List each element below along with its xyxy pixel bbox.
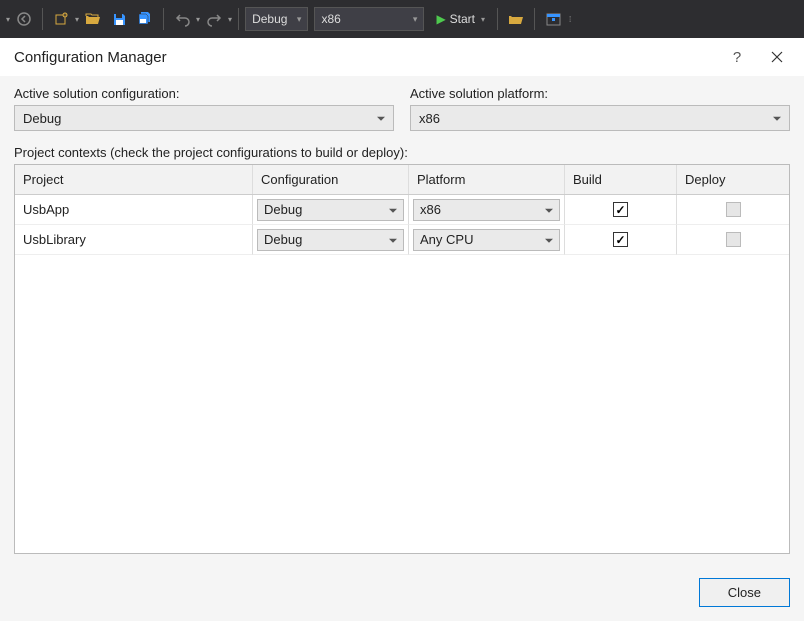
active-platform-label: Active solution platform:	[410, 86, 790, 101]
row-config-dropdown[interactable]: Debug	[257, 199, 404, 221]
row-platform-dropdown[interactable]: Any CPU	[413, 229, 560, 251]
col-header-build[interactable]: Build	[565, 165, 677, 194]
start-button[interactable]: ▶ Start ▾	[430, 12, 491, 26]
active-config-dropdown[interactable]: Debug	[14, 105, 394, 131]
table-row: UsbAppDebug x86	[15, 195, 789, 225]
row-platform-dropdown[interactable]: x86	[413, 199, 560, 221]
redo-dropdown[interactable]: ▾	[228, 15, 232, 24]
close-button[interactable]: Close	[699, 578, 790, 607]
col-header-project[interactable]: Project	[15, 165, 253, 194]
toolbar-overflow-right[interactable]: ⁞	[569, 15, 571, 24]
undo-icon[interactable]	[170, 7, 194, 31]
col-header-platform[interactable]: Platform	[409, 165, 565, 194]
new-item-dropdown[interactable]: ▾	[75, 15, 79, 24]
save-icon[interactable]	[107, 7, 131, 31]
nav-back-button[interactable]	[12, 7, 36, 31]
dialog-title: Configuration Manager	[14, 49, 724, 66]
build-checkbox[interactable]	[613, 202, 628, 217]
configuration-manager-dialog: Configuration Manager ? Active solution …	[0, 38, 804, 621]
main-toolbar: ▾ ▾ ▾ ▾ Debug x86 ▶ Start ▾	[0, 0, 804, 38]
deploy-checkbox	[726, 232, 741, 247]
project-name-cell: UsbApp	[15, 195, 253, 225]
deploy-checkbox	[726, 202, 741, 217]
project-contexts-grid: Project Configuration Platform Build Dep…	[14, 164, 790, 554]
col-header-deploy[interactable]: Deploy	[677, 165, 789, 194]
window-layout-icon[interactable]	[541, 7, 565, 31]
close-icon[interactable]	[764, 44, 790, 70]
open-folder-icon[interactable]	[81, 7, 105, 31]
save-all-icon[interactable]	[133, 7, 157, 31]
solution-config-select[interactable]: Debug	[245, 7, 308, 31]
help-button[interactable]: ?	[724, 44, 750, 70]
redo-icon[interactable]	[202, 7, 226, 31]
build-checkbox[interactable]	[613, 232, 628, 247]
undo-dropdown[interactable]: ▾	[196, 15, 200, 24]
active-platform-dropdown[interactable]: x86	[410, 105, 790, 131]
table-row: UsbLibraryDebug Any CPU	[15, 225, 789, 255]
find-in-files-icon[interactable]	[504, 7, 528, 31]
row-config-dropdown[interactable]: Debug	[257, 229, 404, 251]
active-config-label: Active solution configuration:	[14, 86, 394, 101]
col-header-configuration[interactable]: Configuration	[253, 165, 409, 194]
toolbar-overflow-left[interactable]: ▾	[6, 15, 10, 24]
play-icon: ▶	[436, 12, 445, 26]
solution-platform-select[interactable]: x86	[314, 7, 424, 31]
project-name-cell: UsbLibrary	[15, 225, 253, 255]
new-item-icon[interactable]	[49, 7, 73, 31]
project-contexts-label: Project contexts (check the project conf…	[14, 145, 790, 160]
